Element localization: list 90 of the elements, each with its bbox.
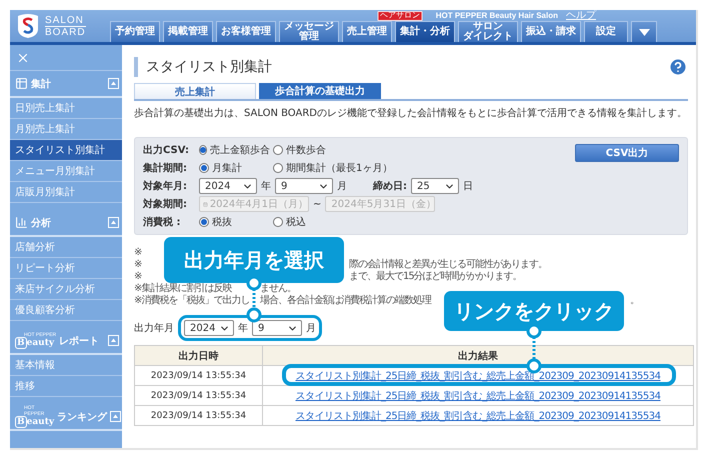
column-header: 出力結果 xyxy=(262,346,694,366)
sidebar-item[interactable]: 推移 xyxy=(10,376,122,397)
table-cell: 2023/09/14 13:55:34 xyxy=(134,366,262,386)
field-label: 対象期間: xyxy=(143,197,188,211)
table-cell: 2023/09/14 13:55:34 xyxy=(134,406,262,426)
field-label: 集計期間: xyxy=(143,162,188,175)
note-text: ません。 xyxy=(260,283,296,294)
sidebar-item[interactable]: 優良顧客分析 xyxy=(10,300,122,321)
nav-tab[interactable]: お客様管理 xyxy=(216,21,276,42)
collapse-icon[interactable] xyxy=(108,335,119,346)
radio-button[interactable] xyxy=(199,163,209,173)
bar-chart-icon xyxy=(15,216,28,229)
calendar-icon xyxy=(203,200,208,208)
radio-option[interactable]: 売上金額歩合 xyxy=(199,143,269,157)
logo-text: SALON xyxy=(45,14,86,26)
sidebar-item[interactable]: スタイリスト別集計 xyxy=(10,140,122,161)
note-text: ※集計結果に割引は反映 xyxy=(134,283,232,294)
radio-option[interactable]: 税抜 xyxy=(199,215,269,229)
note-text: ※ xyxy=(134,271,142,282)
nav-tab[interactable]: 掲載管理 xyxy=(163,21,213,42)
nav-tab[interactable]: メッセージ 管理 xyxy=(279,21,339,42)
field-label: 出力CSV: xyxy=(143,144,190,157)
radio-option[interactable]: 期間集計（最長1ヶ月） xyxy=(273,161,392,175)
menu-button[interactable] xyxy=(631,21,657,42)
radio-button[interactable] xyxy=(273,217,283,227)
year-select[interactable]: 2024 xyxy=(184,320,234,336)
note-text: ※消費税を「税抜」で出力し xyxy=(134,295,250,306)
brand-name: HOT PEPPER Beauty Hair Salon xyxy=(436,11,558,20)
radio-button[interactable] xyxy=(273,163,283,173)
sidebar-item[interactable]: メニュー月別集計 xyxy=(10,161,122,182)
note-text: 。 xyxy=(630,295,639,306)
note-text: ※ xyxy=(134,259,142,270)
callout: 出力年月を選択 xyxy=(164,237,344,283)
collapse-icon[interactable] xyxy=(108,78,119,89)
dropdown-icon xyxy=(638,28,650,36)
description-text: 歩合計算の基礎出力は、SALON BOARDのレジ機能で登録した会計情報をもとに歩合計算で活用できる情報を集計します。 xyxy=(134,107,688,121)
sidebar-item[interactable]: 店販月別集計 xyxy=(10,182,122,203)
month-select[interactable]: 9 xyxy=(275,178,333,194)
nav-tab[interactable]: 売上管理 xyxy=(342,21,392,42)
nav-tab[interactable]: 設定 xyxy=(584,21,628,42)
note-text: まで、最大で15分ほど時間がかかります。 xyxy=(349,271,522,282)
unit-label: 月 xyxy=(306,322,316,335)
tab[interactable]: 歩合計算の基礎出力 xyxy=(259,83,381,99)
section-title: レポート xyxy=(59,334,100,348)
day-select[interactable]: 25 xyxy=(411,178,459,194)
section-title: 集計 xyxy=(31,78,52,90)
radio-button[interactable] xyxy=(273,145,283,155)
field-label: 消費税 : xyxy=(143,216,182,229)
unit-label: 日 xyxy=(463,180,473,193)
collapse-icon[interactable] xyxy=(108,217,119,228)
range-separator: ~ xyxy=(313,198,322,210)
section-title: 分析 xyxy=(31,216,52,230)
note-text: 場合、各合計金額は消費税計算の端数処理 xyxy=(260,295,431,306)
nav-tab[interactable]: サロン ダイレクト xyxy=(458,21,518,42)
unit-label: 月 xyxy=(337,180,347,193)
tab[interactable]: 売上集計 xyxy=(134,83,256,99)
nav-tab[interactable]: 集計・分析 xyxy=(395,21,455,42)
note-text: 際の会計情報と差異が生じる可能性があります。 xyxy=(349,259,547,270)
table-icon xyxy=(15,77,28,90)
radio-option[interactable]: 月集計 xyxy=(199,161,269,175)
month-select[interactable]: 9 xyxy=(252,320,302,336)
radio-option[interactable]: 件数歩合 xyxy=(273,143,326,157)
help-icon[interactable] xyxy=(668,57,688,77)
nav-tab[interactable]: 振込・請求 xyxy=(521,21,581,42)
sidebar-item[interactable]: 来店サイクル分析 xyxy=(10,279,122,300)
column-header: 出力日時 xyxy=(134,346,262,366)
collapse-icon[interactable] xyxy=(110,411,122,422)
unit-label: 年 xyxy=(261,180,271,193)
page-title: スタイリスト別集計 xyxy=(134,57,272,77)
sidebar-item[interactable]: リピート分析 xyxy=(10,258,122,279)
logo-icon xyxy=(16,13,40,39)
csv-export-button[interactable]: CSV出力 xyxy=(575,144,679,162)
table-cell: 2023/09/14 13:55:34 xyxy=(134,386,262,406)
sidebar-item[interactable]: 日別売上集計 xyxy=(10,98,122,119)
logo-text: BOARD xyxy=(45,26,86,38)
radio-button[interactable] xyxy=(199,217,209,227)
field-label: 出力年月 xyxy=(134,322,174,335)
callout: リンクをクリック xyxy=(444,291,624,331)
field-label: 対象年月: xyxy=(143,179,188,193)
radio-button[interactable] xyxy=(199,145,207,155)
field-label: 締め日: xyxy=(373,179,407,193)
sidebar-item[interactable]: 基本情報 xyxy=(10,355,122,376)
note-text: ※ xyxy=(134,247,142,258)
unit-label: 年 xyxy=(238,322,248,335)
section-title: ランキング xyxy=(57,410,108,424)
salon-badge: ヘアサロン xyxy=(377,10,422,20)
sidebar-item[interactable]: 店舗分析 xyxy=(10,237,122,258)
nav-tab[interactable]: 予約管理 xyxy=(110,21,160,42)
year-select[interactable]: 2024 xyxy=(199,178,257,194)
radio-option[interactable]: 税込 xyxy=(273,215,306,229)
